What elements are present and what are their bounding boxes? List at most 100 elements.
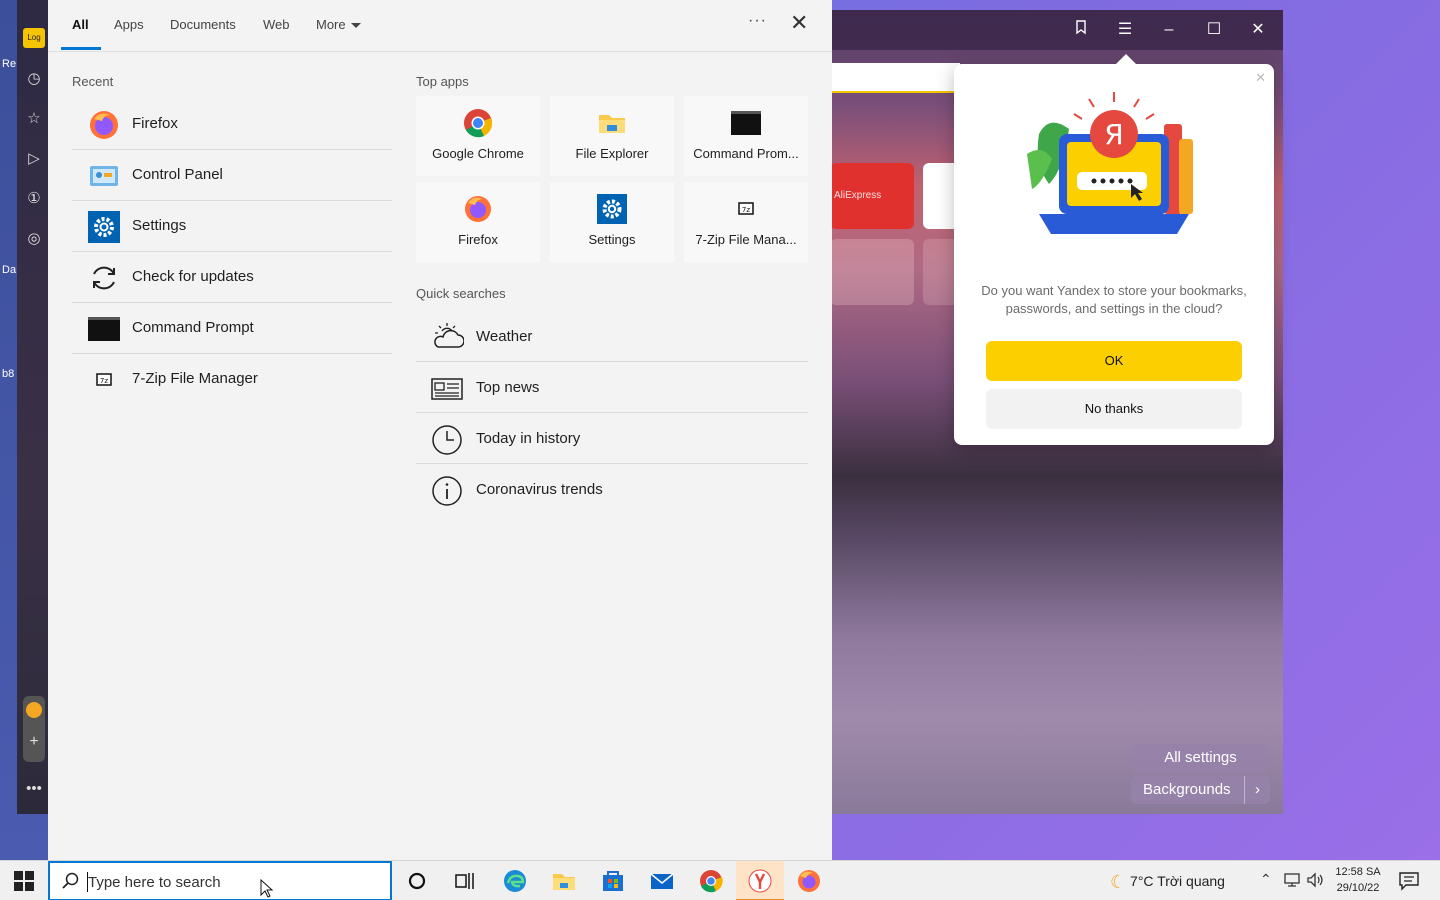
store-icon[interactable] xyxy=(600,868,626,894)
app-icon[interactable] xyxy=(26,702,42,718)
settings-gear-icon xyxy=(88,211,120,243)
mouse-cursor-icon xyxy=(260,879,274,898)
app-tile-label: 7-Zip File Mana... xyxy=(695,232,797,247)
tab-all[interactable]: All xyxy=(72,17,89,32)
app-tile-firefox[interactable]: Firefox xyxy=(416,182,540,262)
profile-badge[interactable]: Log xyxy=(23,28,45,48)
weather-widget[interactable]: ☾ 7°C Trời quang xyxy=(1110,872,1225,893)
quick-search-label: Top news xyxy=(476,379,540,396)
add-icon[interactable]: + xyxy=(26,734,42,750)
recent-item-7zip[interactable]: 7z 7-Zip File Manager xyxy=(72,354,392,405)
more-options-icon[interactable]: ··· xyxy=(748,12,767,30)
app-tile-chrome[interactable]: Google Chrome xyxy=(416,96,540,176)
recent-item-firefox[interactable]: Firefox xyxy=(72,99,392,150)
quick-search-today-in-history[interactable]: Today in history xyxy=(416,413,808,464)
refresh-icon xyxy=(93,266,115,290)
volume-icon[interactable] xyxy=(1306,871,1324,889)
file-explorer-icon xyxy=(599,115,625,133)
backgrounds-button[interactable]: Backgrounds › xyxy=(1131,776,1270,804)
app-tile-settings[interactable]: Settings xyxy=(550,182,674,262)
tile-aliexpress[interactable]: AliExpress xyxy=(830,163,914,229)
quick-search-label: Weather xyxy=(476,328,533,345)
bookmarks-icon[interactable] xyxy=(1070,19,1092,41)
quick-search-label: Coronavirus trends xyxy=(476,481,603,498)
one-icon[interactable]: ① xyxy=(25,190,43,208)
chrome-icon[interactable] xyxy=(698,868,724,894)
menu-icon[interactable]: ☰ xyxy=(1114,19,1136,41)
app-tile-label: File Explorer xyxy=(575,146,649,161)
tab-apps[interactable]: Apps xyxy=(114,17,144,32)
quick-searches-title: Quick searches xyxy=(416,286,506,301)
notification-center-icon[interactable] xyxy=(1398,870,1420,892)
firefox-icon xyxy=(90,111,118,139)
weather-text: 7°C Trời quang xyxy=(1130,873,1225,889)
close-icon[interactable]: ✕ xyxy=(1255,70,1266,86)
tab-more[interactable]: More xyxy=(316,17,361,32)
side-app-group: + xyxy=(23,696,45,762)
info-icon xyxy=(432,476,462,506)
recent-item-settings[interactable]: Settings xyxy=(72,201,392,252)
windows-search-panel: All Apps Documents Web More ··· ✕ Recent… xyxy=(48,0,832,860)
desktop-label: Da xyxy=(2,264,17,276)
command-prompt-icon xyxy=(731,111,761,135)
minimize-icon[interactable]: – xyxy=(1158,19,1180,41)
maximize-icon[interactable]: ☐ xyxy=(1203,19,1225,41)
star-icon[interactable]: ☆ xyxy=(25,110,43,128)
recent-item-label: 7-Zip File Manager xyxy=(132,370,258,387)
all-settings-button[interactable]: All settings xyxy=(1131,744,1270,772)
recent-item-check-updates[interactable]: Check for updates xyxy=(72,252,392,303)
file-explorer-icon[interactable] xyxy=(551,868,577,894)
clock[interactable]: 12:58 SA 29/10/22 xyxy=(1330,864,1386,896)
camera-icon[interactable]: ◎ xyxy=(25,230,43,248)
desktop-label: b8 xyxy=(2,368,15,380)
cortana-icon[interactable] xyxy=(404,868,430,894)
search-tabs: All Apps Documents Web More ··· ✕ xyxy=(48,0,832,52)
quick-search-weather[interactable]: Weather xyxy=(416,311,808,362)
recent-item-command-prompt[interactable]: Command Prompt xyxy=(72,303,392,354)
tile-empty[interactable] xyxy=(830,239,914,305)
quick-search-top-news[interactable]: Top news xyxy=(416,362,808,413)
clock-time: 12:58 SA xyxy=(1335,866,1381,878)
history-icon[interactable]: ◷ xyxy=(25,70,43,88)
quick-search-coronavirus[interactable]: Coronavirus trends xyxy=(416,464,808,515)
tab-documents[interactable]: Documents xyxy=(170,17,236,32)
app-tile-file-explorer[interactable]: File Explorer xyxy=(550,96,674,176)
app-tile-command-prompt[interactable]: Command Prom... xyxy=(684,96,808,176)
command-prompt-icon xyxy=(88,317,120,341)
yandex-browser-taskbar-button[interactable] xyxy=(736,861,784,900)
mail-icon[interactable] xyxy=(649,868,675,894)
task-view-icon[interactable] xyxy=(452,868,478,894)
address-bar[interactable] xyxy=(830,63,960,93)
close-icon[interactable]: ✕ xyxy=(1247,19,1269,41)
taskbar-search-box[interactable]: Type here to search xyxy=(48,861,392,900)
windows-start-icon[interactable] xyxy=(14,871,34,891)
laptop-illustration: Я xyxy=(1027,92,1193,234)
desktop-label: Re xyxy=(2,58,17,70)
recent-item-control-panel[interactable]: Control Panel xyxy=(72,150,392,201)
play-icon[interactable]: ▷ xyxy=(25,150,43,168)
tab-web[interactable]: Web xyxy=(263,17,290,32)
chevron-right-icon[interactable]: › xyxy=(1244,776,1270,804)
settings-gear-icon xyxy=(597,194,627,224)
app-tile-label: Google Chrome xyxy=(432,146,524,161)
no-thanks-button[interactable]: No thanks xyxy=(986,389,1242,429)
yandex-side-panel: Log ◷ ☆ ▷ ① ◎ + ••• xyxy=(17,0,48,814)
firefox-icon xyxy=(465,196,491,222)
chrome-icon xyxy=(464,109,493,138)
edge-icon[interactable] xyxy=(502,868,528,894)
app-tile-7zip[interactable]: 7z 7-Zip File Mana... xyxy=(684,182,808,262)
ok-button[interactable]: OK xyxy=(986,341,1242,381)
active-tab-indicator xyxy=(61,47,101,50)
app-tile-label: Command Prom... xyxy=(693,146,799,161)
top-apps-title: Top apps xyxy=(416,74,469,89)
more-icon[interactable]: ••• xyxy=(25,780,43,798)
yandex-icon xyxy=(748,869,772,893)
yandex-sync-popup: ✕ Я Do you want Yandex to store your boo… xyxy=(954,54,1274,445)
chevron-up-icon[interactable]: ⌃ xyxy=(1260,871,1272,888)
close-icon[interactable]: ✕ xyxy=(790,12,808,34)
clock-date: 29/10/22 xyxy=(1336,882,1380,894)
network-icon[interactable] xyxy=(1283,871,1301,889)
firefox-icon[interactable] xyxy=(796,868,822,894)
7zip-icon: 7z xyxy=(96,373,112,386)
yandex-logo-letter: Я xyxy=(1104,118,1123,151)
